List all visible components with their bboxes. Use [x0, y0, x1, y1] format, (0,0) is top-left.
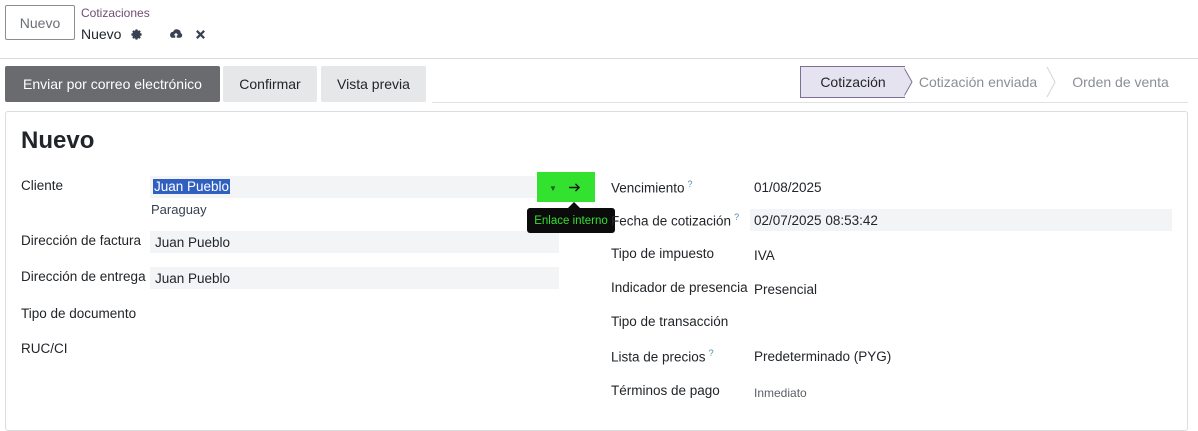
fecha-value: 02/07/2025 08:53:42 — [754, 213, 878, 228]
fecha-label: Fecha de cotización? — [611, 212, 739, 229]
stage-quotation-sent[interactable]: Cotización enviada — [913, 66, 1043, 98]
presencia-value[interactable]: Presencial — [754, 282, 817, 297]
record-name: Nuevo — [81, 26, 122, 42]
arrow-right-icon — [569, 182, 581, 192]
cliente-label: Cliente — [21, 178, 64, 193]
factura-label: Dirección de factura — [21, 233, 142, 248]
vencimiento-value[interactable]: 01/08/2025 — [754, 180, 822, 195]
stage-sales-order[interactable]: Orden de venta — [1064, 66, 1177, 98]
help-icon[interactable]: ? — [709, 348, 714, 358]
vencimiento-label-text: Vencimiento — [611, 180, 685, 196]
help-icon[interactable]: ? — [688, 179, 693, 189]
factura-value: Juan Pueblo — [155, 235, 231, 250]
cliente-selected-text: Juan Pueblo — [153, 179, 231, 194]
cliente-country: Paraguay — [151, 202, 207, 217]
impuesto-label: Tipo de impuesto — [611, 246, 715, 261]
ruc-label: RUC/CI — [21, 341, 68, 356]
transaccion-label: Tipo de transacción — [611, 314, 729, 329]
help-icon[interactable]: ? — [734, 212, 739, 222]
precios-value[interactable]: Predeterminado (PYG) — [754, 349, 891, 364]
close-icon[interactable] — [191, 25, 209, 43]
stage-active-arrow — [903, 66, 913, 98]
internal-link-tooltip: Enlace interno — [527, 208, 615, 233]
impuesto-value[interactable]: IVA — [754, 248, 775, 263]
record-title-line: Nuevo — [81, 25, 209, 43]
vencimiento-label: Vencimiento? — [611, 179, 693, 196]
stage-separator — [1046, 67, 1056, 97]
tipo-documento-label: Tipo de documento — [21, 306, 137, 321]
entrega-label: Dirección de entrega — [21, 269, 146, 284]
preview-button[interactable]: Vista previa — [321, 66, 426, 102]
pago-label: Términos de pago — [611, 383, 720, 398]
cliente-value: Juan Pueblo — [153, 179, 231, 194]
control-panel: Nuevo Cotizaciones Nuevo — [0, 0, 1198, 59]
chevron-down-icon[interactable]: ▼ — [549, 184, 557, 193]
entrega-value: Juan Pueblo — [155, 271, 231, 286]
send-email-button[interactable]: Enviar por correo electrónico — [5, 66, 220, 102]
page-title: Nuevo — [21, 127, 95, 154]
stage-quotation[interactable]: Cotización — [800, 66, 905, 98]
cloud-upload-icon[interactable] — [167, 25, 185, 43]
precios-label: Lista de precios? — [611, 348, 714, 365]
precios-label-text: Lista de precios — [611, 349, 706, 365]
pago-value[interactable]: Inmediato — [754, 386, 807, 400]
statusbar-divider — [432, 102, 1188, 103]
presencia-label: Indicador de presencia — [611, 280, 748, 295]
internal-link-button[interactable] — [537, 172, 595, 202]
new-button[interactable]: Nuevo — [5, 5, 75, 40]
confirm-button[interactable]: Confirmar — [223, 66, 317, 102]
fecha-label-text: Fecha de cotización — [611, 213, 732, 229]
breadcrumb-quotations[interactable]: Cotizaciones — [81, 6, 150, 20]
gear-icon[interactable] — [127, 25, 145, 43]
